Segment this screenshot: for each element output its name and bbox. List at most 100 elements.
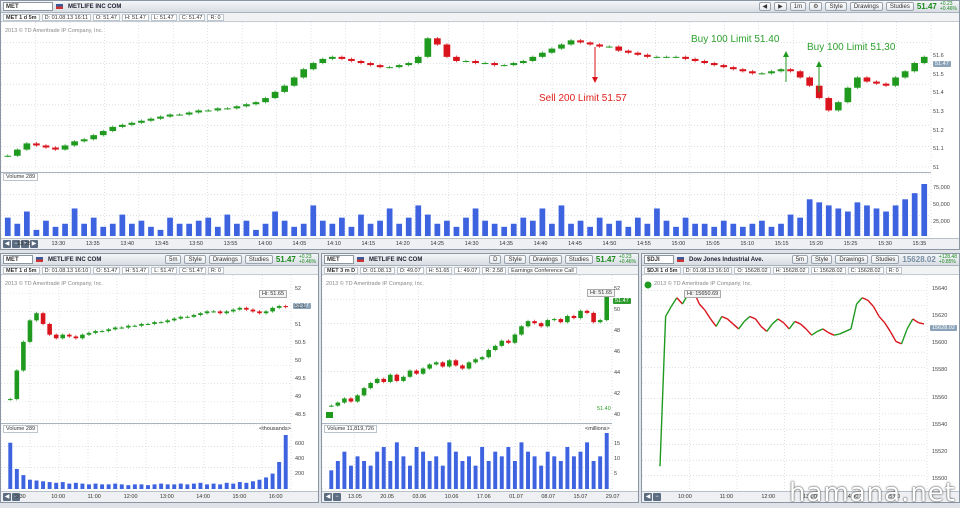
mid-volume-bar <box>369 466 373 489</box>
mid-volume-bar <box>375 452 379 489</box>
mid-studies-button[interactable]: Studies <box>565 255 593 264</box>
buy-order-label-2[interactable]: Buy 100 Limit 51,30 <box>807 42 895 53</box>
main-candle <box>845 88 852 102</box>
main-forward-button[interactable]: ▶ <box>774 2 787 11</box>
mid-style-button[interactable]: Style <box>504 255 525 264</box>
mid-nav-controls: ◀ − <box>324 493 341 501</box>
right-symbol-input[interactable]: $DJI <box>644 255 674 264</box>
left-company-name: METLIFE INC COM <box>48 257 101 263</box>
left-drawings-button[interactable]: Drawings <box>209 255 242 264</box>
left-candle <box>106 329 111 331</box>
main-drawings-button[interactable]: Drawings <box>850 2 883 11</box>
main-candle <box>673 57 680 58</box>
sell-order-label[interactable]: Sell 200 Limit 51.57 <box>539 93 627 104</box>
main-candle <box>577 40 584 42</box>
main-volume-bar <box>5 218 11 236</box>
mid-chart-svg[interactable] <box>322 275 612 493</box>
buy-order-label-1[interactable]: Buy 100 Limit 51.40 <box>691 34 779 45</box>
mid-x-tick-label: 13.05 <box>348 494 362 500</box>
scroll-right-icon[interactable]: ▶ <box>30 240 38 248</box>
main-candle <box>549 49 556 53</box>
main-info-field: C: 51.47 <box>179 14 206 21</box>
mid-x-tick-label: 08.07 <box>541 494 555 500</box>
left-volume-bar <box>271 474 275 489</box>
main-interval-button[interactable]: 1m <box>790 2 806 11</box>
zoom-out-icon[interactable]: − <box>653 493 661 501</box>
main-x-tick-label: 15:10 <box>740 241 754 247</box>
main-volume-bar <box>673 227 679 236</box>
left-volume-bar <box>264 477 268 489</box>
left-candle <box>60 335 65 339</box>
main-time-axis[interactable]: ◀ − + ▶ 13:2513:3013:3513:4013:4513:5013… <box>1 238 959 249</box>
right-price-segment <box>857 298 863 304</box>
right-interval-button[interactable]: 5m <box>792 255 808 264</box>
main-style-button[interactable]: Style <box>825 2 846 11</box>
zoom-out-icon[interactable]: − <box>333 493 341 501</box>
main-x-tick-label: 15:00 <box>671 241 685 247</box>
mid-y-tick-label: 50 <box>614 307 620 313</box>
mid-y-tick-label: 42 <box>614 391 620 397</box>
right-chart-svg[interactable] <box>642 275 927 493</box>
left-candle <box>185 317 190 318</box>
main-volume-value: 289 <box>26 174 35 180</box>
main-volume-bar <box>492 224 498 236</box>
right-price-segment <box>789 321 795 328</box>
mid-volume-bar <box>460 461 464 489</box>
mid-y-tick-label: 10 <box>614 456 620 462</box>
mid-change: +0.23 +0.46% <box>619 255 636 265</box>
main-price-tag: 51.47 <box>933 61 951 67</box>
left-symbol-input[interactable]: MET <box>3 255 33 264</box>
right-drawings-button[interactable]: Drawings <box>835 255 868 264</box>
main-company-name: METLIFE INC COM <box>68 4 121 10</box>
main-volume-bar <box>511 224 517 236</box>
mid-candle <box>414 371 419 374</box>
main-x-tick-label: 13:40 <box>120 241 134 247</box>
mid-interval-button[interactable]: D <box>489 255 501 264</box>
mid-time-axis[interactable]: ◀ − 13.0520.0503.0610.0617.0601.0708.071… <box>322 491 638 502</box>
mid-candle <box>460 365 465 368</box>
mid-volume-bar <box>467 456 471 489</box>
scroll-left-icon[interactable]: ◀ <box>3 240 11 248</box>
mid-drawings-button[interactable]: Drawings <box>529 255 562 264</box>
right-y-tick-label: 15600 <box>932 340 947 346</box>
main-volume-bar <box>902 199 908 236</box>
right-price-tag: 15628.02 <box>930 325 957 331</box>
main-x-tick-label: 13:30 <box>51 241 65 247</box>
left-style-button[interactable]: Style <box>184 255 205 264</box>
main-symbol-input[interactable]: MET <box>3 2 53 11</box>
main-candle <box>854 77 861 87</box>
main-settings-icon[interactable]: ⚙ <box>809 2 822 11</box>
main-y-tick-label: 51.1 <box>933 146 944 152</box>
main-chart-svg[interactable] <box>1 22 931 238</box>
main-candle <box>205 110 212 111</box>
left-volume-bar <box>218 484 222 489</box>
left-y-tick-label: 50 <box>295 358 301 364</box>
main-studies-button[interactable]: Studies <box>886 2 914 11</box>
main-candle <box>453 57 460 61</box>
left-time-axis[interactable]: ◀ − 9:3010:0011:0012:0013:0014:0015:0016… <box>1 491 318 502</box>
main-back-button[interactable]: ◀ <box>759 2 772 11</box>
main-candle <box>377 65 384 67</box>
scroll-left-icon[interactable]: ◀ <box>644 493 652 501</box>
main-volume-bar <box>454 227 460 236</box>
scroll-left-icon[interactable]: ◀ <box>324 493 332 501</box>
right-studies-button[interactable]: Studies <box>871 255 899 264</box>
mid-symbol-input[interactable]: MET <box>324 255 354 264</box>
main-candle <box>281 86 288 92</box>
left-chart-svg[interactable] <box>1 275 291 493</box>
mid-candle <box>381 379 386 382</box>
left-chart-panel: MET METLIFE INC COM 5m Style Drawings St… <box>0 253 319 503</box>
main-y-tick-label: 51.3 <box>933 109 944 115</box>
left-interval-button[interactable]: 5m <box>165 255 181 264</box>
left-studies-button[interactable]: Studies <box>245 255 273 264</box>
scroll-left-icon[interactable]: ◀ <box>3 493 11 501</box>
main-candle <box>243 104 250 106</box>
main-info-field: MET 1 d 5m <box>3 14 40 21</box>
main-volume-bar <box>244 221 250 236</box>
main-candle <box>634 53 641 55</box>
main-volume-bar <box>253 230 259 236</box>
right-style-button[interactable]: Style <box>811 255 832 264</box>
right-change-pct: +0.85% <box>939 260 957 265</box>
main-volume-bar <box>625 227 631 236</box>
right-price-segment <box>778 319 784 323</box>
